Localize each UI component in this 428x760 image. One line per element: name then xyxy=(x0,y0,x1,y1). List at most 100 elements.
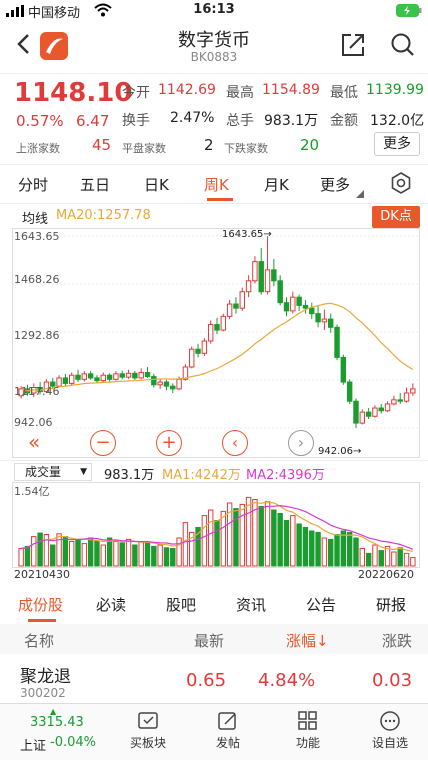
kline-chart[interactable] xyxy=(12,228,420,458)
change-amount: 6.47 xyxy=(76,112,110,130)
volume-bar xyxy=(277,513,283,567)
high-value: 1154.89 xyxy=(262,82,320,98)
buy-sector-button[interactable]: 买板块 xyxy=(118,710,178,751)
move-right-button[interactable]: › xyxy=(288,430,314,456)
down-count: 20 xyxy=(300,136,320,154)
y-tick-2: 1468.26 xyxy=(14,273,60,286)
tab-must-read[interactable]: 必读 xyxy=(96,594,126,615)
candle xyxy=(226,303,233,317)
volume-bar xyxy=(391,551,397,567)
candle xyxy=(94,377,100,382)
search-icon[interactable] xyxy=(390,32,416,62)
volume-bar xyxy=(24,545,31,567)
share-icon[interactable] xyxy=(340,32,366,62)
volume-bar xyxy=(37,532,43,567)
max-price-text: 1643.65 xyxy=(222,229,264,240)
col-pct[interactable]: 涨幅↓ xyxy=(286,630,329,651)
tab-intraday[interactable]: 分时 xyxy=(18,174,48,195)
settings-icon[interactable] xyxy=(390,172,412,198)
stock-pct: 4.84% xyxy=(258,670,316,691)
volume-bar xyxy=(18,548,24,567)
candle xyxy=(214,324,220,331)
indicator-label: 成交量 xyxy=(25,465,62,479)
volume-bar xyxy=(296,523,302,567)
tab-research[interactable]: 研报 xyxy=(376,594,406,615)
volume-bar xyxy=(378,550,384,567)
volume-bar xyxy=(334,534,340,567)
candle xyxy=(283,302,290,312)
post-button[interactable]: 发帖 xyxy=(198,710,258,751)
ma20-text: MA20:1257.78 xyxy=(56,208,151,223)
candle xyxy=(132,372,138,379)
candle xyxy=(125,372,132,378)
move-left-button[interactable]: ‹ xyxy=(222,430,248,456)
candle xyxy=(144,371,151,378)
volume-bar xyxy=(50,544,56,567)
zoom-in-button[interactable]: + xyxy=(156,430,182,456)
volume-bar xyxy=(220,510,227,567)
high-label: 最高 xyxy=(226,85,254,101)
volume-bar xyxy=(302,527,309,567)
volume-chart[interactable] xyxy=(12,482,420,568)
open-label: 今开 xyxy=(122,85,150,101)
candle xyxy=(163,381,170,387)
double-left-icon[interactable]: « xyxy=(28,430,40,454)
more-dots-icon xyxy=(380,711,400,731)
volume-bar xyxy=(144,542,151,567)
volume-bar xyxy=(106,537,113,567)
candle xyxy=(334,326,340,358)
tab-daily-k[interactable]: 日K xyxy=(144,174,169,195)
open-value: 1142.69 xyxy=(158,82,216,98)
up-count: 45 xyxy=(92,136,112,154)
tab-monthly-k[interactable]: 月K xyxy=(264,174,289,195)
candle xyxy=(233,303,239,309)
volume-bar xyxy=(132,544,138,567)
col-name[interactable]: 名称 xyxy=(24,630,54,651)
index-value[interactable]: 3315.43 xyxy=(30,715,84,730)
add-watchlist-button[interactable]: 设自选 xyxy=(360,710,420,751)
volume-bar xyxy=(258,506,264,567)
tab-five-day[interactable]: 五日 xyxy=(80,174,110,195)
tab-forum[interactable]: 股吧 xyxy=(166,594,196,615)
tab-weekly-k[interactable]: 周K xyxy=(204,174,229,195)
candle xyxy=(264,269,271,293)
volume-bar xyxy=(157,544,163,567)
candle xyxy=(62,377,69,384)
tab-constituents[interactable]: 成份股 xyxy=(18,594,63,615)
candle xyxy=(340,356,347,383)
up-count-label: 上涨家数 xyxy=(16,142,60,155)
volume-bar xyxy=(214,520,220,567)
volume-bar xyxy=(119,542,125,567)
tab-news[interactable]: 资讯 xyxy=(236,594,266,615)
tab-announcements[interactable]: 公告 xyxy=(306,594,336,615)
dk-point-button[interactable]: DK点 xyxy=(372,206,420,228)
candle xyxy=(68,374,75,384)
zoom-out-button[interactable]: − xyxy=(90,430,116,456)
buy-sector-label: 买板块 xyxy=(129,736,166,750)
index-name: 上证 xyxy=(20,739,47,754)
functions-button[interactable]: 功能 xyxy=(278,710,338,751)
candle xyxy=(252,261,258,282)
bottom-bar: ▲ 3315.43 上证 -0.04% 买板块 发帖 功能 设自选 xyxy=(0,703,428,760)
volume-bar xyxy=(207,509,214,567)
col-price[interactable]: 最新 xyxy=(194,630,224,651)
candle xyxy=(113,373,119,380)
candle xyxy=(365,411,372,417)
volume-bar xyxy=(359,548,366,567)
volume-bar xyxy=(113,541,119,567)
table-row[interactable]: 聚龙退 300202 0.65 4.84% 0.03 xyxy=(0,656,428,702)
col-change[interactable]: 涨跌 xyxy=(382,630,412,651)
post-icon xyxy=(218,712,236,730)
volume-bar xyxy=(290,515,296,567)
down-count-label: 下跌家数 xyxy=(224,142,268,155)
volume-bar xyxy=(264,501,271,567)
candle xyxy=(239,291,245,309)
candle xyxy=(315,313,321,323)
add-watchlist-label: 设自选 xyxy=(371,736,408,750)
more-button[interactable]: 更多 xyxy=(374,132,420,156)
indicator-selector[interactable]: 成交量 ▼ xyxy=(14,463,92,481)
candle xyxy=(378,407,384,412)
volume-bar xyxy=(365,552,372,567)
amount-value: 132.0亿 xyxy=(370,113,425,129)
tab-more[interactable]: 更多 xyxy=(320,174,350,195)
